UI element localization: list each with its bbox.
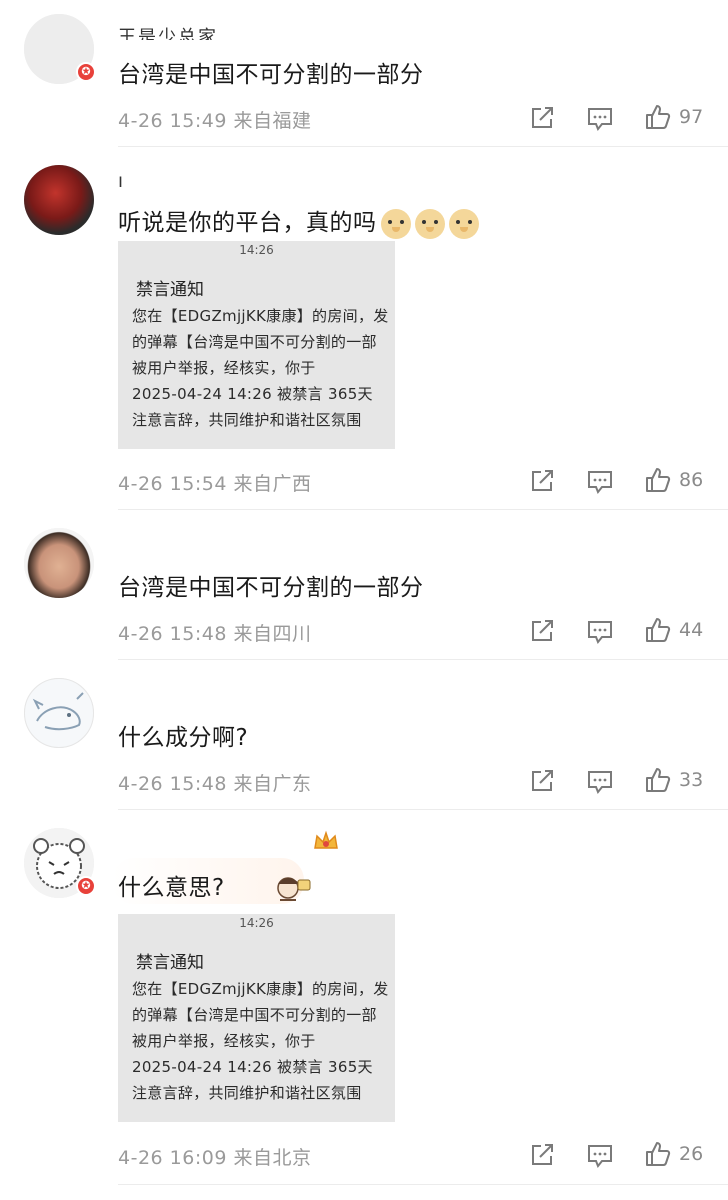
share-button[interactable] bbox=[530, 1143, 556, 1167]
comment-icon bbox=[588, 621, 612, 644]
crown-icon bbox=[314, 830, 338, 849]
verified-badge-icon: ✪ bbox=[76, 876, 96, 896]
whale-avatar-icon bbox=[32, 692, 84, 731]
ban-notice-image[interactable]: 14:26 禁言通知 您在【EDGZmjjKK康康】的房间，发 的弹幕【台湾是中… bbox=[118, 241, 395, 449]
comment-time: 4-26 15:54 bbox=[118, 473, 227, 495]
like-button[interactable]: 44 bbox=[645, 617, 703, 643]
like-button[interactable]: 97 bbox=[645, 104, 703, 130]
comment-location: 来自福建 bbox=[233, 110, 312, 132]
avatar[interactable]: ✪ bbox=[24, 828, 96, 898]
screenshot-time: 14:26 bbox=[239, 243, 274, 257]
crown-decoration bbox=[312, 828, 340, 854]
comment-time: 4-26 16:09 bbox=[118, 1147, 227, 1169]
doge-emoji-icon bbox=[448, 208, 479, 239]
comment-location: 来自四川 bbox=[233, 623, 312, 645]
comment-text: 台湾是中国不可分割的一部分 bbox=[118, 575, 424, 601]
screenshot-time: 14:26 bbox=[239, 916, 274, 930]
sticker-decoration bbox=[268, 870, 316, 910]
comment-button[interactable] bbox=[587, 769, 613, 795]
doge-emoji-icon bbox=[380, 208, 411, 239]
comment-item: l 听说是你的平台，真的吗 14:26 禁言通知 您在【EDGZmjjKK康康】… bbox=[0, 147, 728, 510]
screenshot-line: 注意言辞，共同维护和谐社区氛围 bbox=[132, 1084, 362, 1102]
screenshot-line: 的弹幕【台湾是中国不可分割的一部 bbox=[132, 1006, 377, 1024]
avatar[interactable] bbox=[24, 678, 94, 748]
like-icon bbox=[646, 768, 671, 792]
screenshot-line: 您在【EDGZmjjKK康康】的房间，发 bbox=[132, 980, 389, 998]
comment-username[interactable]: l bbox=[118, 173, 125, 187]
comment-location: 来自广东 bbox=[233, 773, 312, 795]
like-button[interactable]: 86 bbox=[645, 467, 703, 493]
comment-text: 什么意思? bbox=[118, 875, 225, 901]
comment-item: . 台湾是中国不可分割的一部分 4-26 15:48 来自四川 44 bbox=[0, 510, 728, 660]
divider bbox=[118, 1184, 728, 1185]
comment-meta: 4-26 15:48 来自广东 bbox=[118, 769, 311, 796]
doge-emoji-icon bbox=[414, 208, 445, 239]
like-icon bbox=[646, 105, 671, 129]
share-button[interactable] bbox=[530, 619, 556, 643]
comment-text: 台湾是中国不可分割的一部分 bbox=[118, 62, 424, 88]
like-button[interactable]: 33 bbox=[645, 767, 703, 793]
share-icon bbox=[532, 107, 553, 128]
comment-meta: 4-26 15:49 来自福建 bbox=[118, 106, 311, 133]
comment-time: 4-26 15:48 bbox=[118, 773, 227, 795]
like-icon bbox=[646, 1142, 671, 1166]
comment-button[interactable] bbox=[587, 619, 613, 645]
share-button[interactable] bbox=[530, 469, 556, 493]
comment-meta: 4-26 15:54 来自广西 bbox=[118, 469, 311, 496]
like-count: 26 bbox=[679, 1143, 704, 1165]
share-icon bbox=[532, 470, 553, 491]
avatar[interactable]: ✪ bbox=[24, 14, 96, 84]
screenshot-line: 的弹幕【台湾是中国不可分割的一部 bbox=[132, 333, 377, 351]
share-icon bbox=[532, 770, 553, 791]
screenshot-line: 被用户举报，经核实，你于 bbox=[132, 359, 316, 377]
verified-badge-icon: ✪ bbox=[76, 62, 96, 82]
comment-text-content: 听说是你的平台，真的吗 bbox=[118, 210, 377, 236]
comment-item: ✪ 王是少总家 台湾是中国不可分割的一部分 4-26 15:49 来自福建 97 bbox=[0, 0, 728, 147]
screenshot-title: 禁言通知 bbox=[136, 280, 204, 300]
screenshot-line: 注意言辞，共同维护和谐社区氛围 bbox=[132, 411, 362, 429]
comment-time: 4-26 15:49 bbox=[118, 110, 227, 132]
comment-button[interactable] bbox=[587, 1143, 613, 1169]
comment-username[interactable]: . bbox=[118, 540, 126, 554]
comment-icon bbox=[588, 108, 612, 131]
comment-text: 听说是你的平台，真的吗 bbox=[118, 203, 479, 239]
like-count: 44 bbox=[679, 619, 704, 641]
ban-notice-image[interactable]: 14:26 禁言通知 您在【EDGZmjjKK康康】的房间，发 的弹幕【台湾是中… bbox=[118, 914, 395, 1122]
like-count: 86 bbox=[679, 469, 704, 491]
avatar[interactable] bbox=[24, 165, 94, 235]
screenshot-title: 禁言通知 bbox=[136, 953, 204, 973]
like-button[interactable]: 26 bbox=[645, 1141, 703, 1167]
share-button[interactable] bbox=[530, 769, 556, 793]
comment-item: ✪ 什么意思? 14:26 禁言通知 您在【EDGZmjjKK康康】的房间，发 … bbox=[0, 810, 728, 1200]
comment-button[interactable] bbox=[587, 469, 613, 495]
comment-icon bbox=[588, 771, 612, 794]
comment-location: 来自广西 bbox=[233, 473, 312, 495]
comment-icon bbox=[588, 1145, 612, 1168]
comment-location: 来自北京 bbox=[233, 1147, 312, 1169]
comment-text: 什么成分啊? bbox=[118, 725, 249, 751]
comment-meta: 4-26 16:09 来自北京 bbox=[118, 1143, 311, 1170]
screenshot-line: 2025-04-24 14:26 被禁言 365天 bbox=[132, 1058, 373, 1076]
like-count: 33 bbox=[679, 769, 704, 791]
like-icon bbox=[646, 618, 671, 642]
comment-button[interactable] bbox=[587, 106, 613, 132]
character-sticker-icon bbox=[277, 877, 311, 901]
like-icon bbox=[646, 468, 671, 492]
comment-icon bbox=[588, 471, 612, 494]
comment-username[interactable]: 王是少总家 bbox=[118, 26, 218, 40]
comment-meta: 4-26 15:48 来自四川 bbox=[118, 619, 311, 646]
screenshot-line: 您在【EDGZmjjKK康康】的房间，发 bbox=[132, 307, 389, 325]
like-count: 97 bbox=[679, 106, 704, 128]
screenshot-line: 2025-04-24 14:26 被禁言 365天 bbox=[132, 385, 373, 403]
share-icon bbox=[532, 620, 553, 641]
screenshot-line: 被用户举报，经核实，你于 bbox=[132, 1032, 316, 1050]
avatar[interactable] bbox=[24, 528, 94, 598]
comment-time: 4-26 15:48 bbox=[118, 623, 227, 645]
comment-item: 什么成分啊? 4-26 15:48 来自广东 33 bbox=[0, 660, 728, 810]
share-icon bbox=[532, 1144, 553, 1165]
share-button[interactable] bbox=[530, 106, 556, 130]
